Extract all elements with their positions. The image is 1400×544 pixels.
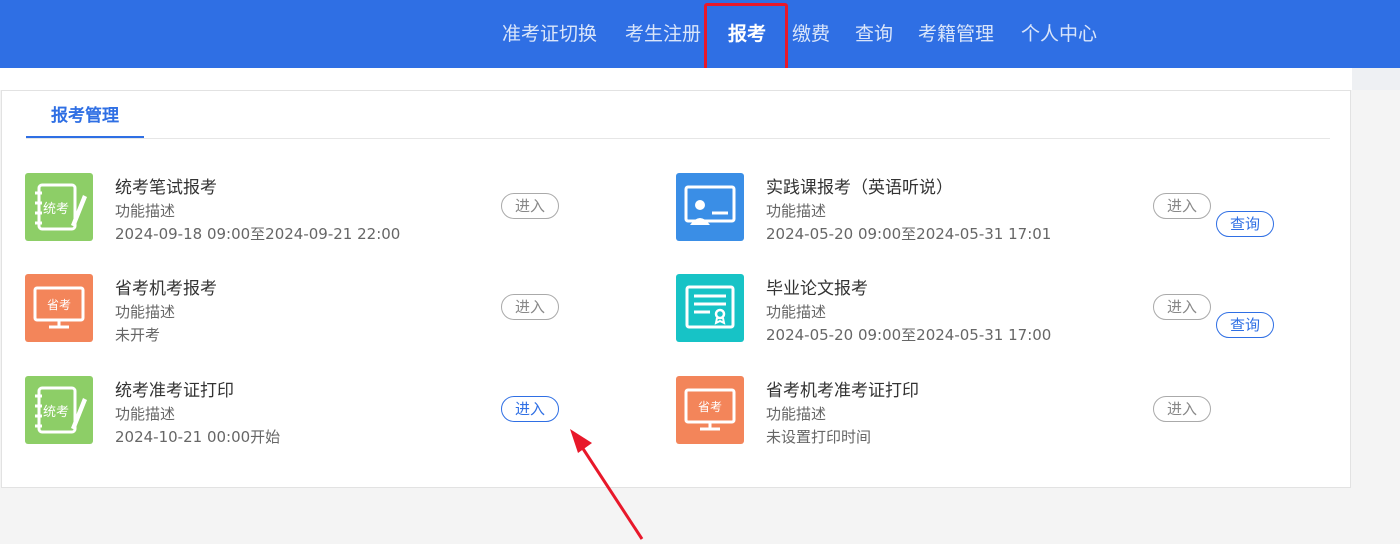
- nav-item-personal-center[interactable]: 个人中心: [1021, 20, 1097, 48]
- tab-divider: [26, 138, 1330, 139]
- monitor-icon: 省考: [25, 274, 93, 342]
- notebook-icon: 统考: [25, 173, 93, 241]
- query-button[interactable]: 查询: [1216, 312, 1274, 338]
- top-navigation-bar: 准考证切换 考生注册 报考 缴费 查询 考籍管理 个人中心: [0, 0, 1400, 68]
- spacer: [0, 68, 1400, 90]
- card-title: 省考机考准考证打印: [766, 381, 919, 401]
- card-provincial-ticket-print: 省考 省考机考准考证打印 功能描述 未设置打印时间 进入: [676, 376, 1316, 446]
- card-description: 功能描述: [115, 405, 176, 423]
- enter-button[interactable]: 进入: [501, 396, 559, 422]
- card-graduation-thesis: 毕业论文报考 功能描述 2024-05-20 09:00至2024-05-31 …: [676, 274, 1316, 344]
- icon-text: 统考: [43, 202, 69, 217]
- card-status: 未设置打印时间: [766, 428, 872, 446]
- spacer-right: [1352, 68, 1400, 90]
- enter-button[interactable]: 进入: [1153, 193, 1211, 219]
- nav-item-ticket-switch[interactable]: 准考证切换: [502, 20, 597, 48]
- query-button[interactable]: 查询: [1216, 211, 1274, 237]
- enter-button[interactable]: 进入: [1153, 294, 1211, 320]
- enter-button[interactable]: 进入: [501, 294, 559, 320]
- certificate-icon: [676, 274, 744, 342]
- apply-management-panel: 报考管理 统考 统考笔试报考 功能描述 2024-09-18 09:00至202…: [1, 90, 1351, 488]
- notebook-icon: 统考: [25, 376, 93, 444]
- card-description: 功能描述: [115, 202, 176, 220]
- card-title: 统考笔试报考: [115, 178, 217, 198]
- enter-button[interactable]: 进入: [501, 193, 559, 219]
- card-description: 功能描述: [766, 405, 827, 423]
- card-description: 功能描述: [115, 303, 176, 321]
- nav-item-apply[interactable]: 报考: [728, 20, 766, 48]
- card-description: 功能描述: [766, 202, 827, 220]
- monitor-icon: 省考: [676, 376, 744, 444]
- enter-button[interactable]: 进入: [1153, 396, 1211, 422]
- icon-text: 统考: [43, 405, 69, 420]
- card-provincial-computer-exam: 省考 省考机考报考 功能描述 未开考 进入: [25, 274, 665, 344]
- card-title: 统考准考证打印: [115, 381, 234, 401]
- tab-apply-management[interactable]: 报考管理: [26, 99, 144, 139]
- card-practice-course: 实践课报考（英语听说） 功能描述 2024-05-20 09:00至2024-0…: [676, 173, 1316, 243]
- nav-item-register[interactable]: 考生注册: [625, 20, 701, 48]
- annotation-arrow: [570, 429, 644, 540]
- card-time: 2024-10-21 00:00开始: [115, 428, 281, 446]
- classroom-icon: [676, 173, 744, 241]
- card-title: 毕业论文报考: [766, 279, 868, 299]
- card-time: 2024-05-20 09:00至2024-05-31 17:01: [766, 225, 1052, 243]
- nav-item-query[interactable]: 查询: [855, 20, 893, 48]
- card-title: 省考机考报考: [115, 279, 217, 299]
- card-status: 未开考: [115, 326, 161, 344]
- card-time: 2024-05-20 09:00至2024-05-31 17:00: [766, 326, 1052, 344]
- card-unified-written-exam: 统考 统考笔试报考 功能描述 2024-09-18 09:00至2024-09-…: [25, 173, 665, 243]
- icon-text: 省考: [698, 400, 722, 414]
- nav-item-payment[interactable]: 缴费: [792, 20, 830, 48]
- card-time: 2024-09-18 09:00至2024-09-21 22:00: [115, 225, 401, 243]
- icon-text: 省考: [47, 298, 71, 312]
- card-title: 实践课报考（英语听说）: [766, 178, 953, 198]
- nav-item-records[interactable]: 考籍管理: [918, 20, 994, 48]
- card-description: 功能描述: [766, 303, 827, 321]
